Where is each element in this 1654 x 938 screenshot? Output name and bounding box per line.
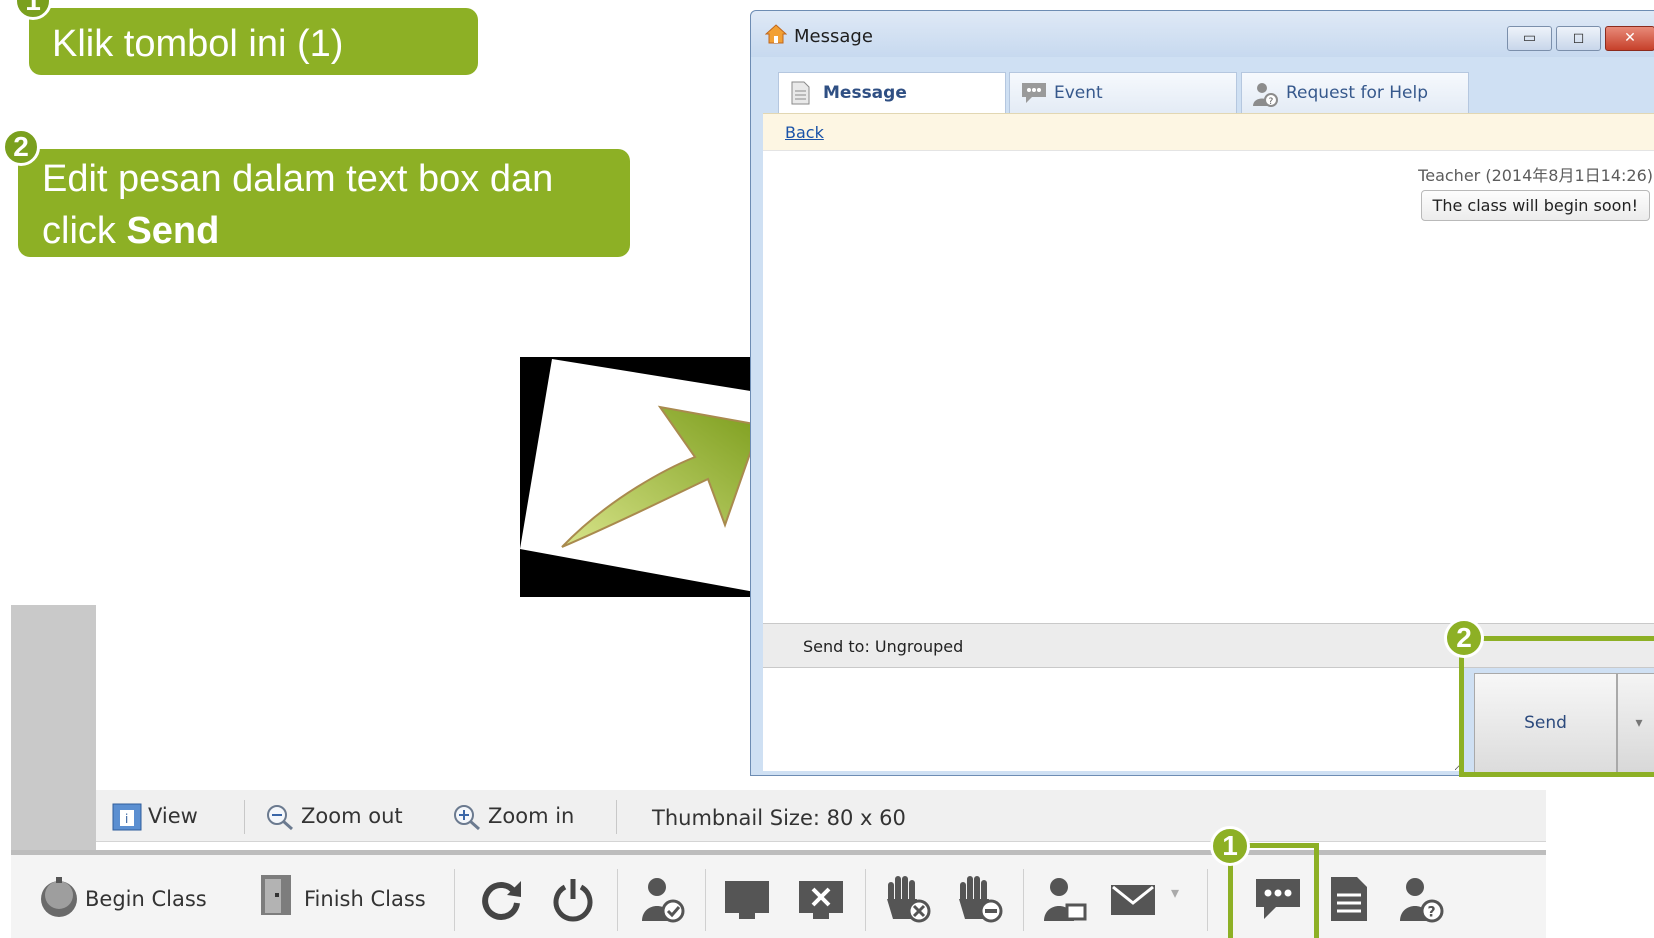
door-icon [261, 875, 291, 915]
back-link[interactable]: Back [785, 123, 824, 142]
message-meta: Teacher (2014年8月1日14:26) [1418, 166, 1653, 185]
separator [705, 869, 706, 931]
send-highlight-frame [1459, 636, 1654, 777]
document-list-icon[interactable] [1325, 875, 1373, 923]
message-step-badge: 1 [1210, 826, 1250, 866]
separator [454, 869, 455, 931]
minimize-button[interactable]: ▭ [1507, 26, 1552, 51]
send-step-badge: 2 [1444, 618, 1484, 658]
message-input[interactable] [763, 668, 1463, 771]
zoom-in-button[interactable]: Zoom in [452, 803, 574, 831]
person-help-icon: ? [1253, 83, 1278, 107]
finish-class-label: Finish Class [304, 887, 426, 911]
user-help-icon[interactable]: ? [1397, 875, 1445, 923]
tab-request-for-help[interactable]: ? Request for Help [1241, 72, 1469, 114]
thumbnail-size: Thumbnail Size: 80 x 60 [652, 806, 906, 830]
zoom-in-label: Zoom in [488, 804, 575, 828]
separator [1207, 869, 1208, 931]
svg-text:?: ? [1428, 905, 1436, 921]
document-icon [791, 81, 810, 105]
envelope-icon[interactable] [1109, 875, 1157, 923]
zoom-out-label: Zoom out [301, 804, 403, 828]
tab-message[interactable]: Message [778, 72, 1006, 115]
message-bubble: The class will begin soon! [1420, 190, 1650, 221]
close-screen-icon[interactable] [797, 875, 845, 923]
back-bar: Back [763, 113, 1654, 151]
dropdown-icon[interactable]: ▾ [1171, 883, 1179, 933]
begin-class-button[interactable]: Begin Class [29, 873, 219, 923]
finish-class-button[interactable]: Finish Class [249, 873, 439, 923]
zoom-out-icon [267, 805, 293, 831]
tab-help-label: Request for Help [1286, 83, 1428, 103]
callout-step-2: Edit pesan dalam text box dan click Send [18, 149, 630, 257]
tab-event[interactable]: Event [1009, 72, 1237, 114]
hand-cancel-icon[interactable] [883, 875, 931, 923]
user-id-icon[interactable] [1041, 875, 1089, 923]
view-icon: i [112, 803, 142, 831]
separator [865, 869, 866, 931]
message-history: Teacher (2014年8月1日14:26) The class will … [763, 151, 1654, 625]
svg-text:i: i [125, 812, 128, 826]
send-to-label: Send to: Ungrouped [803, 637, 964, 656]
tab-message-label: Message [823, 83, 907, 103]
power-icon[interactable] [549, 875, 597, 923]
separator [616, 800, 617, 834]
callout-step-1-text: Klik tombol ini (1) [52, 23, 344, 65]
separator [1023, 869, 1024, 931]
tab-event-label: Event [1054, 83, 1103, 103]
bell-icon [41, 877, 77, 917]
message-tabs: Message Event ? Request for Help [763, 61, 1651, 115]
separator [244, 800, 245, 834]
house-icon [765, 24, 787, 44]
refresh-icon[interactable] [477, 875, 525, 923]
user-check-icon[interactable] [639, 875, 687, 923]
zoom-in-icon [454, 805, 480, 831]
begin-class-label: Begin Class [85, 887, 207, 911]
separator [617, 869, 618, 931]
callout-step-2-bold: Send [126, 210, 220, 252]
maximize-button[interactable]: ◻ [1556, 26, 1601, 51]
view-button[interactable]: i View [112, 803, 198, 831]
callout-step-1: Klik tombol ini (1) [29, 8, 478, 75]
left-panel [11, 605, 96, 855]
zoom-bar: i View Zoom out Zoom in Thumbnail Size: … [96, 790, 1546, 842]
close-button[interactable]: ✕ [1605, 26, 1654, 51]
step-2-badge: 2 [2, 128, 40, 166]
message-window-title: Message [794, 26, 873, 47]
svg-text:?: ? [1269, 97, 1274, 107]
monitor-icon[interactable] [723, 875, 771, 923]
callout-step-2-text: Edit pesan dalam text box dan click [42, 158, 554, 252]
message-titlebar: Message ▭ ◻ ✕ [751, 11, 1654, 57]
zoom-out-button[interactable]: Zoom out [265, 803, 403, 831]
view-label: View [148, 804, 198, 828]
speech-bubble-icon [1022, 83, 1046, 103]
hand-minus-icon[interactable] [955, 875, 1003, 923]
